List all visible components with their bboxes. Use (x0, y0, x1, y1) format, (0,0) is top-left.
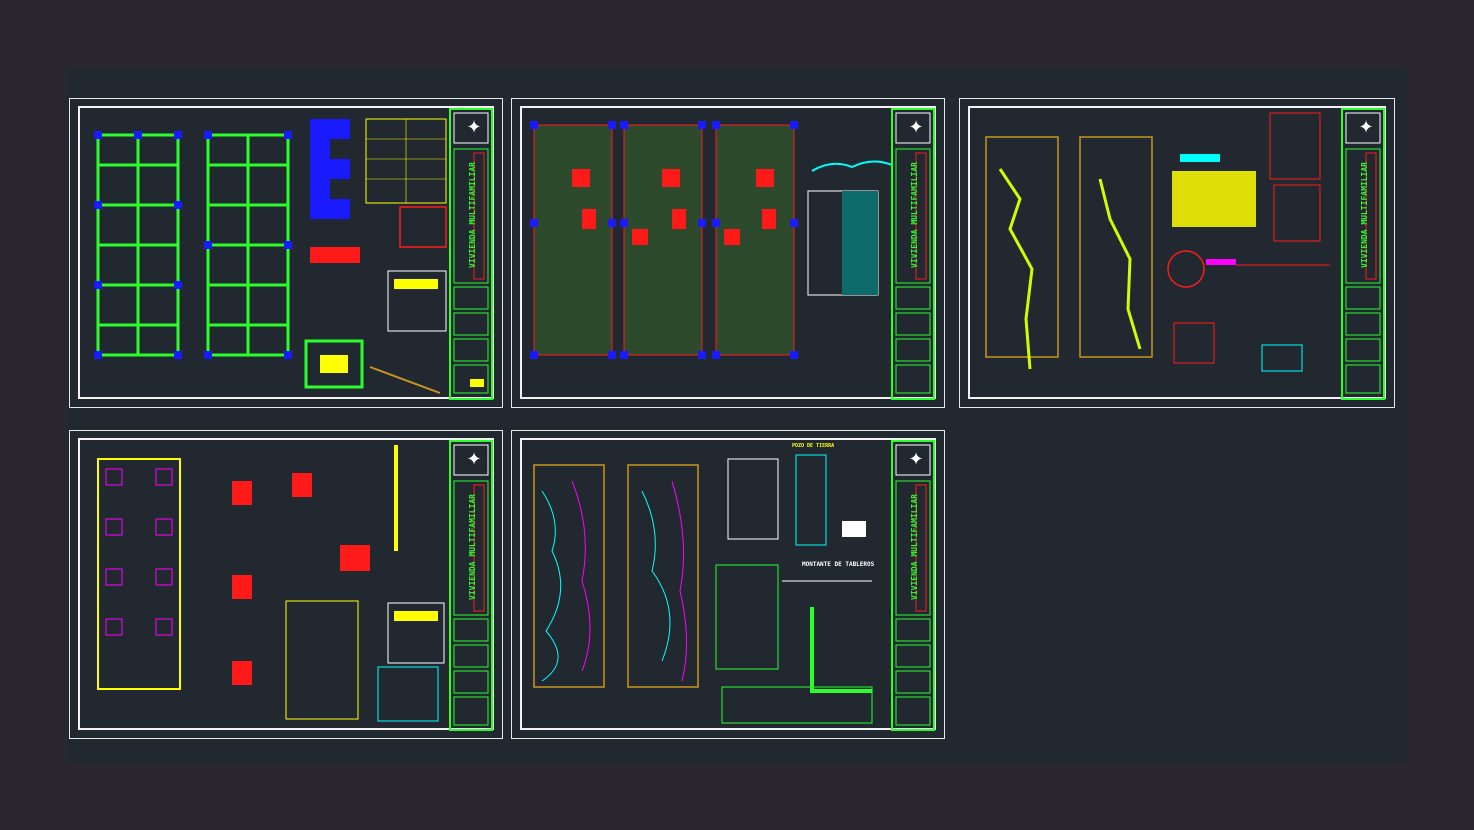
logo-icon: ✦ (908, 449, 924, 470)
sheet-1-drawing (94, 108, 493, 400)
title-block-label: VIVIENDA MULTIFAMILIAR (468, 162, 477, 268)
drawing-sheet-2[interactable]: ✦ VIVIENDA MULTIFAMILIAR (511, 98, 945, 408)
sheet-5-drawing (533, 440, 935, 731)
drawing-sheet-5[interactable]: MONTANTE DE TABLEROS POZO DE TIERRA ✦ VI… (511, 430, 945, 739)
title-block-label: VIVIENDA MULTIFAMILIAR (468, 494, 477, 600)
logo-icon: ✦ (1358, 117, 1374, 138)
model-space-canvas[interactable]: ✦ VIVIENDA MULTIFAMILIAR ✦ VIVIENDA MULT… (67, 67, 1407, 764)
logo-icon: ✦ (466, 449, 482, 470)
drawing-sheet-4[interactable]: ✦ VIVIENDA MULTIFAMILIAR (69, 430, 503, 739)
drawing-sheet-1[interactable]: ✦ VIVIENDA MULTIFAMILIAR (69, 98, 503, 408)
logo-icon: ✦ (466, 117, 482, 138)
sheet-4-drawing (97, 440, 493, 731)
title-block-label: VIVIENDA MULTIFAMILIAR (910, 494, 919, 600)
title-block-label: VIVIENDA MULTIFAMILIAR (1360, 162, 1369, 268)
drawing-sheet-3[interactable]: ✦ VIVIENDA MULTIFAMILIAR (959, 98, 1395, 408)
title-block-label: VIVIENDA MULTIFAMILIAR (910, 162, 919, 268)
logo-icon: ✦ (908, 117, 924, 138)
pozo-label: POZO DE TIERRA (792, 443, 835, 449)
riser-label: MONTANTE DE TABLEROS (802, 561, 875, 568)
sheet-2-drawing (530, 108, 935, 400)
sheet-3-drawing (985, 108, 1385, 400)
